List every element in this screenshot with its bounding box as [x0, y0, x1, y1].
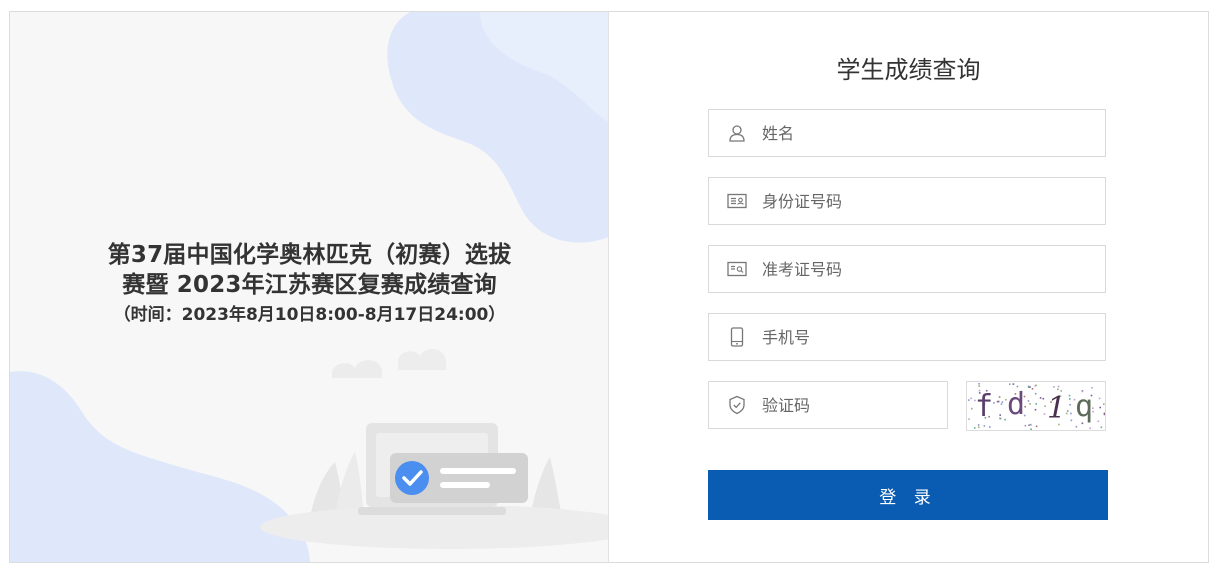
captcha-input[interactable] — [762, 395, 912, 415]
exam-notice: 第37届中国化学奥林匹克（初赛）选拔 赛暨 2023年江苏赛区复赛成绩查询 （时… — [10, 240, 608, 328]
id-number-field[interactable] — [708, 177, 1106, 225]
ticket-number-input[interactable] — [762, 259, 1062, 279]
form-title: 学生成绩查询 — [836, 56, 981, 84]
name-input[interactable] — [762, 123, 1062, 143]
mobile-phone-icon — [726, 326, 748, 348]
notice-line-1: 第37届中国化学奥林匹克（初赛）选拔 — [107, 242, 512, 268]
phone-input[interactable] — [762, 327, 1062, 347]
banner-panel: 第37届中国化学奥林匹克（初赛）选拔 赛暨 2023年江苏赛区复赛成绩查询 （时… — [10, 12, 609, 562]
captcha-image[interactable]: f d 1 q — [966, 381, 1106, 431]
id-number-input[interactable] — [762, 191, 1062, 211]
id-card-icon — [726, 190, 748, 212]
login-page: 第37届中国化学奥林匹克（初赛）选拔 赛暨 2023年江苏赛区复赛成绩查询 （时… — [9, 11, 1209, 563]
ticket-number-field[interactable] — [708, 245, 1106, 293]
check-circle-icon — [395, 461, 429, 495]
login-form-panel: 学生成绩查询 姓名 身份证号码 准考证号码 手机号 验证码 f d 1 q 登 … — [609, 12, 1208, 562]
shield-check-icon — [726, 394, 748, 416]
captcha-char: f — [975, 389, 993, 424]
captcha-char: 1 — [1047, 391, 1066, 426]
captcha-char: q — [1075, 389, 1093, 424]
captcha-char: d — [1007, 387, 1025, 422]
login-button[interactable]: 登 录 — [708, 470, 1108, 520]
phone-field[interactable] — [708, 313, 1106, 361]
admission-ticket-icon — [726, 258, 748, 280]
notice-time-range: （时间：2023年8月10日8:00-8月17日24:00） — [113, 305, 506, 325]
user-icon — [726, 122, 748, 144]
name-field[interactable] — [708, 109, 1106, 157]
notice-line-2: 赛暨 2023年江苏赛区复赛成绩查询 — [122, 272, 497, 298]
captcha-field[interactable] — [708, 381, 948, 429]
